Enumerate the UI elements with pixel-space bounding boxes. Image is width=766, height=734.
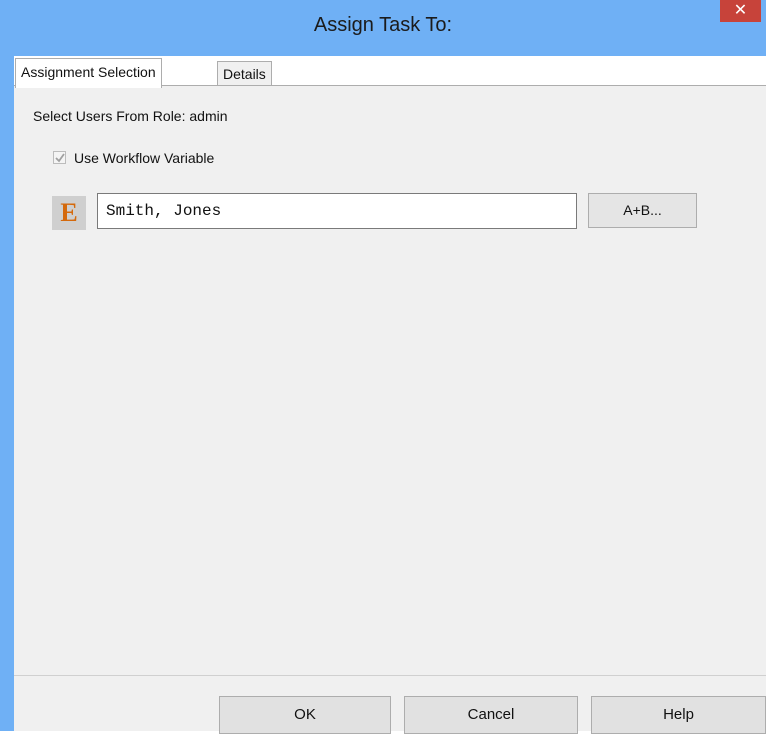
tab-details[interactable]: Details (217, 61, 272, 86)
dialog-body: Assignment Selection Details Select User… (14, 56, 766, 734)
dialog-title: Assign Task To: (313, 14, 453, 36)
expression-e-icon: E (52, 196, 86, 230)
ok-button[interactable]: OK (219, 696, 391, 734)
tab-strip: Assignment Selection Details (14, 56, 766, 88)
expression-builder-button[interactable]: A+B... (588, 193, 697, 228)
role-label: Select Users From Role: admin (33, 108, 228, 124)
title-bar[interactable]: Assign Task To: ✕ (0, 0, 766, 56)
tab-assignment-selection[interactable]: Assignment Selection (15, 58, 162, 88)
dialog-button-bar: OK Cancel Help (14, 675, 766, 734)
use-workflow-variable-label: Use Workflow Variable (74, 150, 215, 166)
workflow-variable-input[interactable] (97, 193, 577, 229)
cancel-button[interactable]: Cancel (404, 696, 578, 734)
checkbox-checked-icon[interactable] (53, 151, 66, 164)
help-button[interactable]: Help (591, 696, 766, 734)
assignment-selection-panel: Select Users From Role: admin Use Workfl… (14, 85, 766, 675)
assign-task-dialog: Assign Task To: ✕ Assignment Selection D… (0, 0, 766, 734)
close-icon[interactable]: ✕ (720, 0, 761, 22)
